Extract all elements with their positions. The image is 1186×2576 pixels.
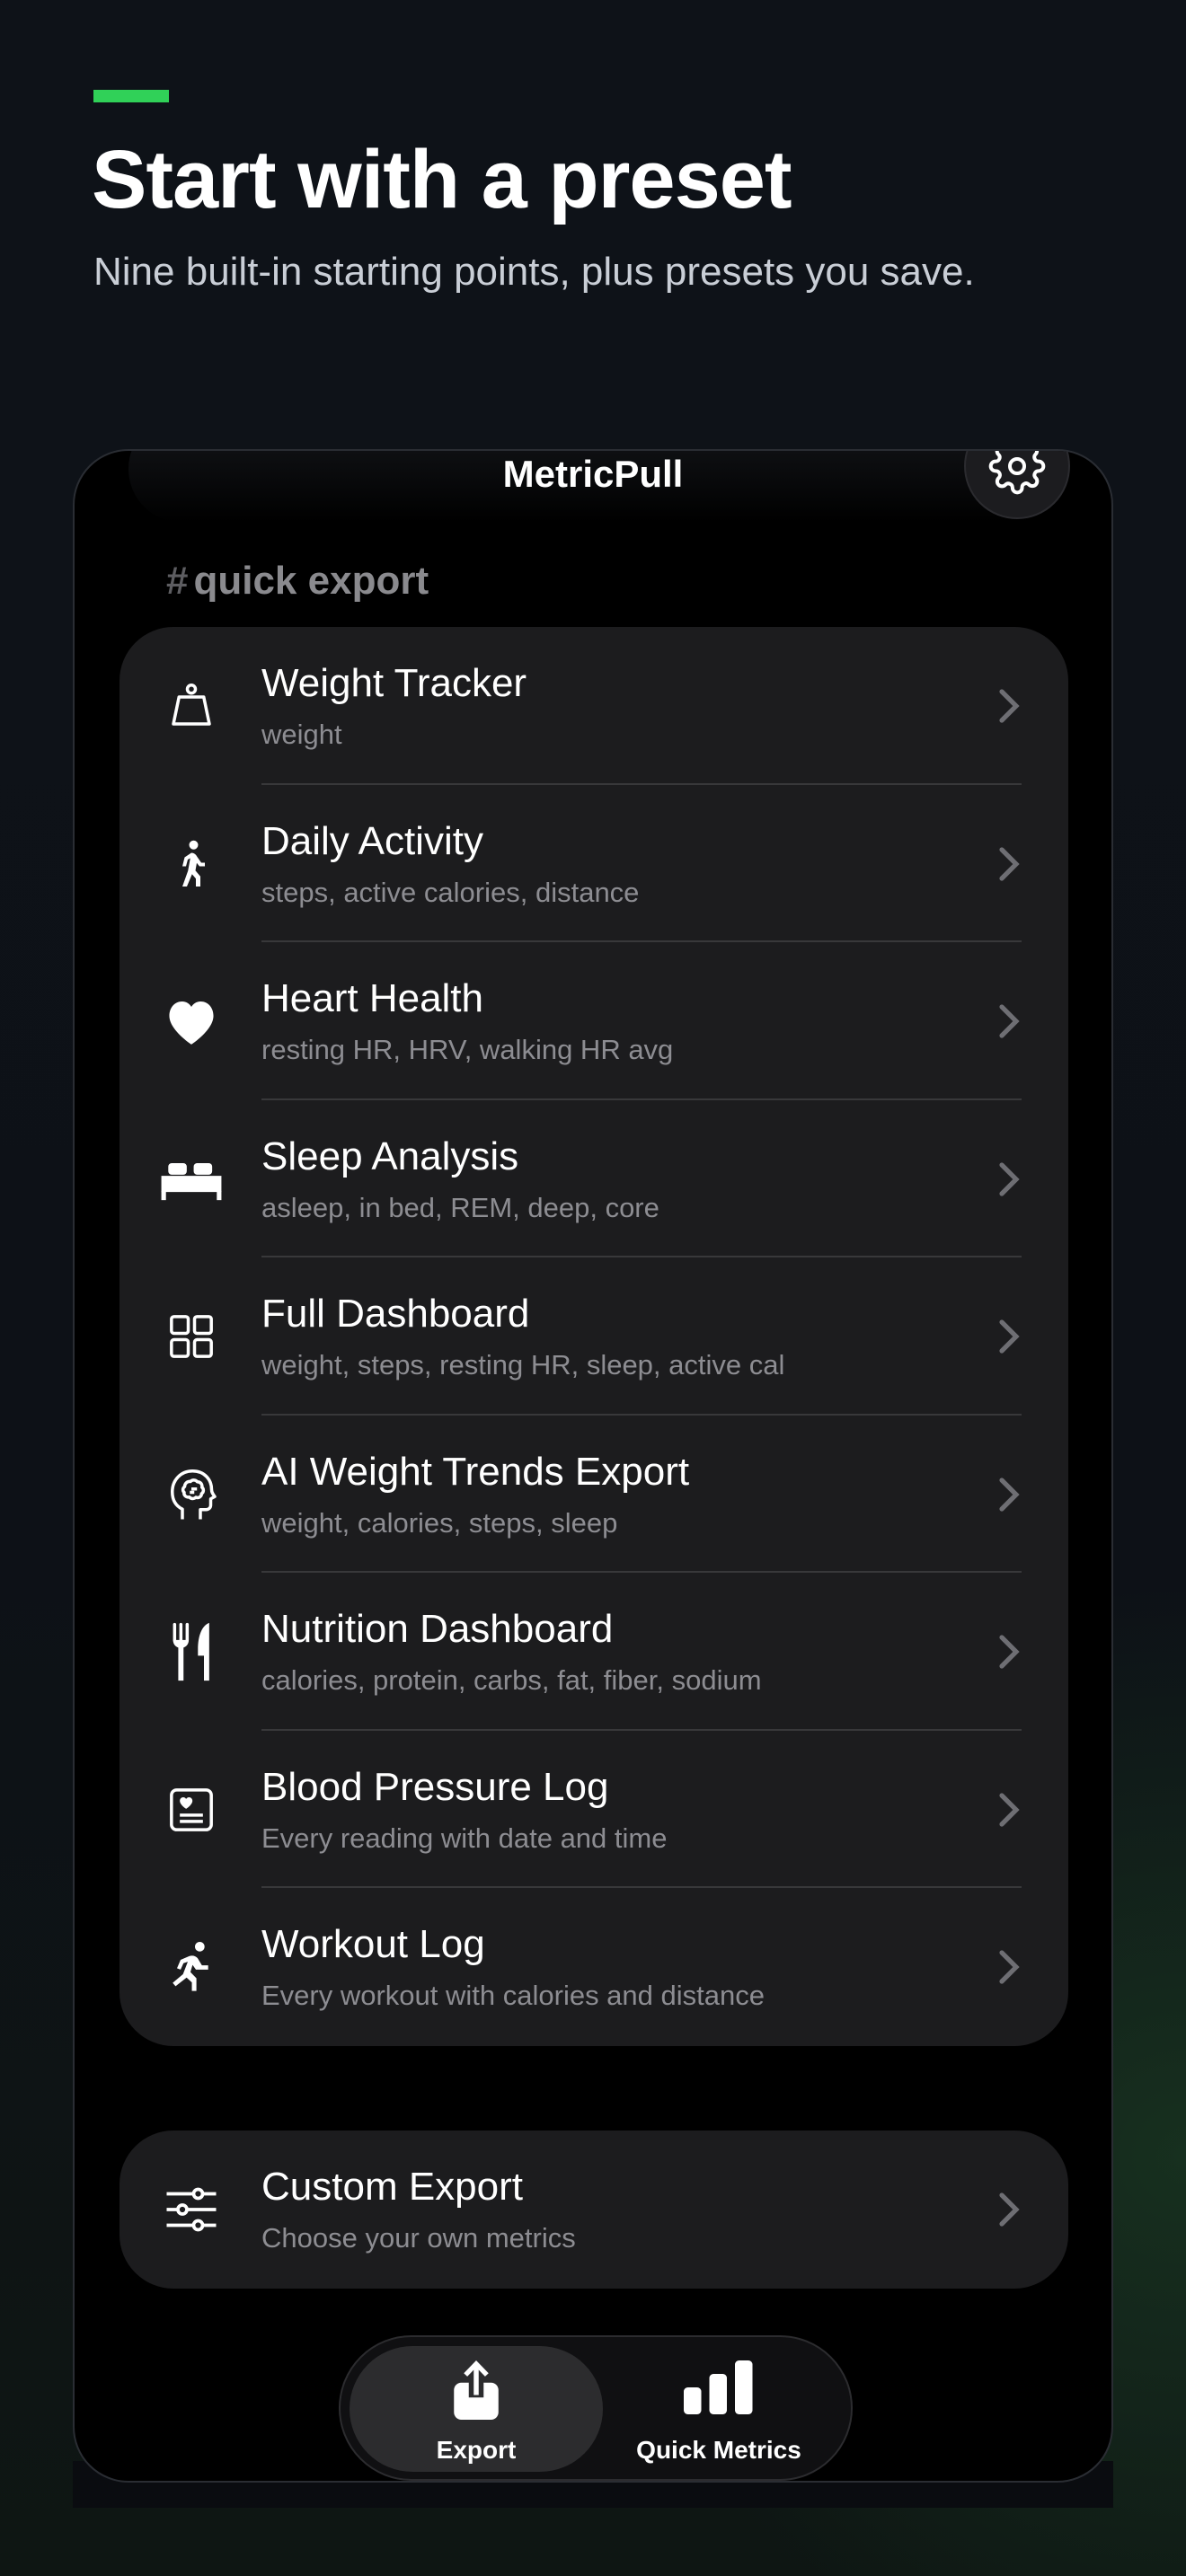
sliders-icon [159,2177,224,2242]
chevron-right-icon [999,689,1020,723]
section-label: # quick export [166,559,429,604]
preset-row-sleep-analysis[interactable]: Sleep Analysis asleep, in bed, REM, deep… [119,1100,1068,1257]
tab-quick-metrics[interactable]: Quick Metrics [592,2346,845,2472]
preset-metrics: Every reading with date and time [261,1822,668,1854]
preset-row-ai-weight-trends[interactable]: AI Weight Trends Export weight, calories… [119,1416,1068,1573]
preset-row-heart-health[interactable]: Heart Health resting HR, HRV, walking HR… [119,942,1068,1100]
preset-metrics: weight, steps, resting HR, sleep, active… [261,1349,785,1381]
bar-chart-icon [592,2360,845,2420]
phone-screen: MetricPull # quick export Weight Tracker … [73,449,1113,2483]
bed-icon [159,1147,224,1212]
hero-subtitle: Nine built-in starting points, plus pres… [93,250,975,294]
accent-bar [93,90,169,102]
preset-list: Weight Tracker weight Daily Activity ste… [119,627,1068,2046]
preset-metrics: Every workout with calories and distance [261,1980,765,2011]
chevron-right-icon [999,1161,1020,1196]
preset-row-daily-activity[interactable]: Daily Activity steps, active calories, d… [119,785,1068,942]
chevron-right-icon [999,1635,1020,1669]
chevron-right-icon [999,1477,1020,1512]
hero-title: Start with a preset [92,134,792,225]
heart-card-icon [159,1778,224,1842]
gear-icon [988,451,1046,495]
custom-export-card: Custom Export Choose your own metrics [119,2130,1068,2289]
tab-label: Export [436,2436,517,2464]
preset-row-weight-tracker[interactable]: Weight Tracker weight [119,627,1068,785]
chevron-right-icon [999,846,1020,881]
scale-icon [159,674,224,738]
section-prefix: # [166,559,189,603]
running-icon [159,1935,224,1999]
tab-export[interactable]: Export [350,2346,603,2472]
preset-metrics: steps, active calories, distance [261,876,640,908]
chevron-right-icon [999,2192,1020,2227]
preset-name: Workout Log [261,1922,485,1966]
preset-row-nutrition-dashboard[interactable]: Nutrition Dashboard calories, protein, c… [119,1573,1068,1731]
app-title: MetricPull [502,453,684,495]
preset-metrics: weight, calories, steps, sleep [261,1506,618,1539]
preset-metrics: calories, protein, carbs, fat, fiber, so… [261,1664,762,1696]
preset-name: AI Weight Trends Export [261,1449,690,1494]
chevron-right-icon [999,1950,1020,1984]
walking-icon [159,832,224,896]
preset-name: Heart Health [261,976,484,1020]
brain-head-icon [159,1462,224,1527]
preset-row-blood-pressure-log[interactable]: Blood Pressure Log Every reading with da… [119,1731,1068,1888]
preset-name: Weight Tracker [261,661,527,705]
heart-icon [159,989,224,1054]
chevron-right-icon [999,1792,1020,1827]
tab-label: Quick Metrics [636,2436,801,2464]
preset-metrics: weight [261,719,342,750]
custom-export-row[interactable]: Custom Export Choose your own metrics [119,2130,1068,2289]
export-icon [350,2360,603,2420]
preset-metrics: resting HR, HRV, walking HR avg [261,1034,674,1065]
chevron-right-icon [999,1319,1020,1354]
custom-export-metrics: Choose your own metrics [261,2222,576,2254]
section-label-text: quick export [193,559,429,603]
preset-name: Nutrition Dashboard [261,1607,614,1651]
preset-name: Daily Activity [261,818,483,863]
fork-knife-icon [159,1619,224,1684]
preset-name: Sleep Analysis [261,1134,519,1178]
custom-export-name: Custom Export [261,2165,523,2209]
grid-icon [159,1304,224,1369]
preset-row-full-dashboard[interactable]: Full Dashboard weight, steps, resting HR… [119,1257,1068,1416]
preset-name: Blood Pressure Log [261,1764,609,1809]
preset-name: Full Dashboard [261,1292,530,1336]
preset-metrics: asleep, in bed, REM, deep, core [261,1191,659,1223]
tab-bar: Export Quick Metrics [339,2335,853,2481]
chevron-right-icon [999,1004,1020,1038]
preset-row-workout-log[interactable]: Workout Log Every workout with calories … [119,1888,1068,2046]
